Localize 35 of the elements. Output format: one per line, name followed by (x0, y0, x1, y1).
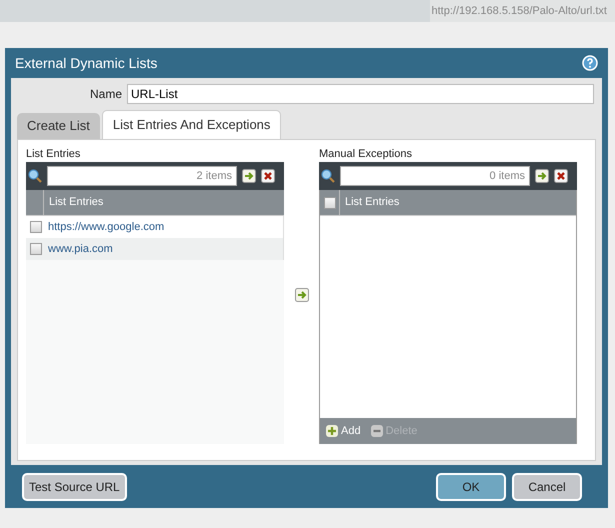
entry-link[interactable]: www.pia.com (48, 240, 113, 258)
entry-link[interactable]: https://www.google.com (48, 218, 164, 236)
tab[interactable]: Create List (17, 113, 100, 139)
item-count: 2 items (196, 168, 232, 184)
help-icon[interactable] (582, 55, 598, 71)
action-button[interactable]: Add (326, 422, 361, 440)
search-icon (28, 169, 42, 183)
arrow-right-icon[interactable] (294, 288, 308, 302)
ok-button[interactable]: OK (436, 472, 506, 500)
column-header[interactable]: List Entries (320, 190, 576, 216)
tab[interactable]: List Entries And Exceptions (102, 110, 282, 139)
minus-icon (370, 425, 383, 437)
column-header[interactable]: List Entries (26, 190, 284, 216)
arrow-right-icon[interactable] (242, 169, 256, 183)
search-field[interactable]: 0 items (340, 166, 530, 186)
plus-icon (326, 425, 338, 437)
dialog-title: External Dynamic Lists (15, 54, 158, 73)
url-text: http://192.168.5.158/Palo-Alto/url.txt (431, 4, 607, 19)
section-title: Manual Exceptions (319, 147, 413, 162)
name-input[interactable]: URL-List (127, 84, 594, 104)
dialog-button[interactable]: Cancel (512, 472, 582, 500)
checkbox[interactable] (30, 221, 42, 233)
search-icon (321, 169, 335, 183)
search-field[interactable]: 2 items (47, 166, 237, 186)
close-icon[interactable] (554, 169, 568, 183)
arrow-right-icon[interactable] (535, 169, 549, 183)
item-count: 0 items (490, 168, 525, 184)
checkbox[interactable] (324, 196, 336, 208)
section-title: List Entries (26, 147, 82, 162)
table-row[interactable]: https://www.google.com (26, 216, 284, 238)
dialog-button[interactable]: Test Source URL (22, 472, 127, 500)
checkbox[interactable] (30, 243, 42, 255)
table-row[interactable]: www.pia.com (26, 238, 284, 260)
close-icon[interactable] (261, 169, 275, 183)
name-label: Name (88, 86, 122, 103)
